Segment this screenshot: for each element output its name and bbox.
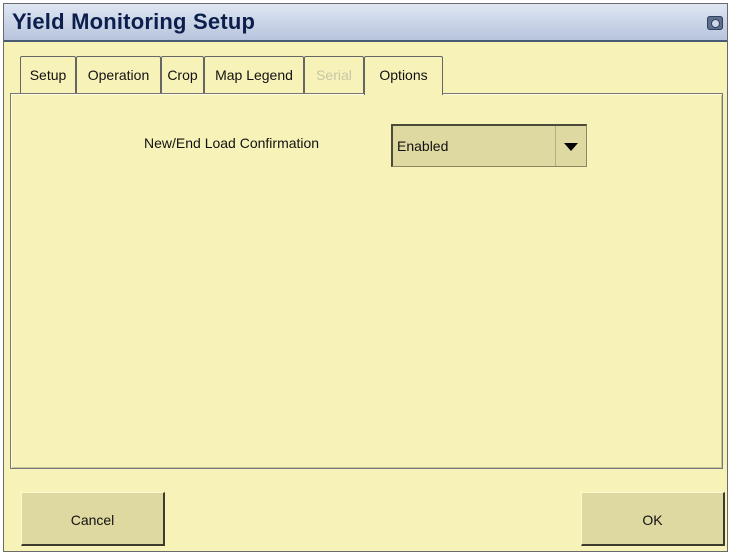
camera-icon[interactable] — [707, 16, 723, 30]
load-confirmation-value: Enabled — [397, 138, 449, 154]
title-bar: Yield Monitoring Setup — [4, 4, 727, 42]
load-confirmation-dropdown[interactable]: Enabled — [391, 124, 587, 167]
chevron-down-icon[interactable] — [555, 126, 586, 166]
options-panel — [10, 93, 723, 469]
cancel-button[interactable]: Cancel — [21, 492, 165, 546]
tab-setup[interactable]: Setup — [20, 56, 76, 93]
window-title: Yield Monitoring Setup — [12, 9, 256, 34]
tab-crop[interactable]: Crop — [161, 56, 204, 93]
tab-options[interactable]: Options — [364, 56, 443, 95]
tab-operation[interactable]: Operation — [76, 56, 161, 93]
ok-button[interactable]: OK — [581, 492, 725, 546]
tab-map-legend[interactable]: Map Legend — [204, 56, 304, 93]
tab-serial: Serial — [304, 56, 364, 93]
load-confirmation-label: New/End Load Confirmation — [144, 135, 320, 151]
yield-monitoring-setup-window: Yield Monitoring Setup Setup Operation C… — [3, 3, 728, 552]
